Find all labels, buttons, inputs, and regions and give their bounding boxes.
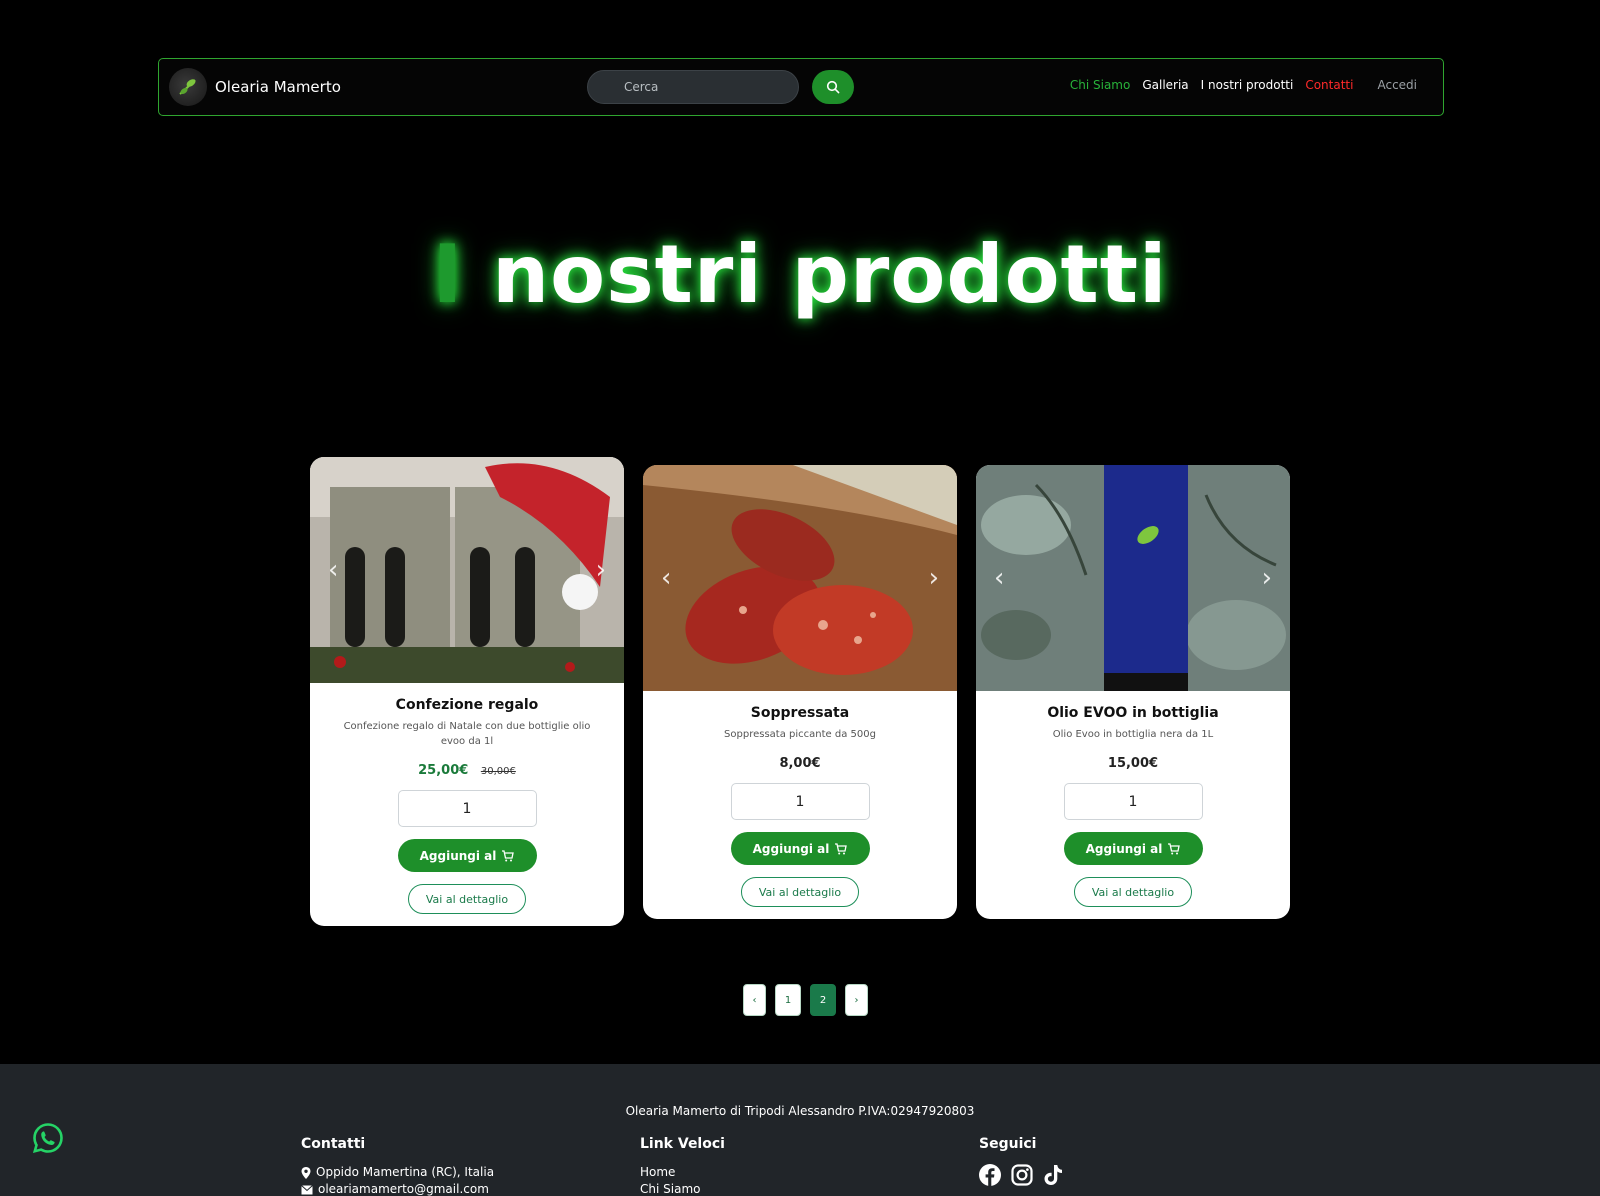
olive-logo-icon bbox=[169, 68, 207, 106]
carousel-next-icon[interactable]: › bbox=[929, 565, 939, 591]
product-card: ‹ › Soppressata Soppressata piccante da … bbox=[643, 465, 957, 919]
product-description: Soppressata piccante da 500g bbox=[724, 729, 876, 740]
product-old-price: 30,00€ bbox=[480, 766, 516, 777]
footer-seguici: Seguici bbox=[979, 1136, 1063, 1186]
add-to-cart-label: Aggiungi al bbox=[752, 841, 830, 856]
footer-link-home[interactable]: Home bbox=[640, 1164, 725, 1181]
carousel-prev-icon[interactable]: ‹ bbox=[328, 557, 338, 583]
nav-link-galleria[interactable]: Galleria bbox=[1142, 78, 1188, 92]
pagination-next[interactable]: › bbox=[845, 984, 868, 1016]
footer-seguici-title: Seguici bbox=[979, 1136, 1037, 1152]
quantity-input[interactable] bbox=[1063, 783, 1203, 820]
whatsapp-icon[interactable] bbox=[32, 1122, 64, 1154]
nav-link-chi-siamo[interactable]: Chi Siamo bbox=[1070, 78, 1130, 92]
brand[interactable]: Olearia Mamerto bbox=[169, 68, 341, 106]
footer-link-chi-siamo[interactable]: Chi Siamo bbox=[640, 1181, 725, 1196]
address-text: Oppido Mamertina (RC), Italia bbox=[316, 1165, 495, 1179]
product-price: 15,00€ bbox=[1107, 756, 1159, 771]
page-title-rest: nostri prodotti bbox=[463, 228, 1168, 321]
login-link[interactable]: Accedi bbox=[1377, 78, 1417, 92]
pagination-prev[interactable]: ‹ bbox=[743, 984, 766, 1016]
search-icon bbox=[826, 80, 840, 94]
footer-contatti: Contatti Oppido Mamertina (RC), Italia o… bbox=[301, 1136, 494, 1196]
product-card: ‹ › Confezione regalo Confezione regalo … bbox=[310, 457, 624, 926]
add-to-cart-label: Aggiungi al bbox=[419, 848, 497, 863]
cart-icon bbox=[502, 849, 515, 861]
address: Oppido Mamertina (RC), Italia bbox=[301, 1164, 494, 1181]
add-to-cart-button[interactable]: Aggiungi al bbox=[730, 832, 870, 865]
nav-link-prodotti[interactable]: I nostri prodotti bbox=[1201, 78, 1294, 92]
gift-box-image bbox=[310, 457, 624, 683]
soppressata-image bbox=[643, 465, 957, 691]
price-row: 25,00€ 30,00€ bbox=[310, 763, 624, 778]
nav-link-contatti[interactable]: Contatti bbox=[1305, 78, 1353, 92]
map-pin-icon bbox=[301, 1166, 311, 1179]
product-image-carousel[interactable]: ‹ › bbox=[310, 457, 624, 683]
product-title: Confezione regalo bbox=[395, 697, 539, 713]
product-title: Olio EVOO in bottiglia bbox=[1047, 705, 1219, 721]
pagination-page-1[interactable]: 1 bbox=[775, 984, 801, 1016]
cart-icon bbox=[1168, 842, 1181, 854]
product-price: 25,00€ bbox=[418, 763, 469, 778]
navbar: Olearia Mamerto Chi Siamo Galleria I nos… bbox=[158, 58, 1444, 116]
envelope-icon bbox=[301, 1184, 313, 1194]
company-info: Olearia Mamerto di Tripodi Alessandro P.… bbox=[625, 1104, 975, 1118]
carousel-prev-icon[interactable]: ‹ bbox=[661, 565, 671, 591]
email[interactable]: oleariamamerto@gmail.com bbox=[301, 1181, 494, 1196]
carousel-prev-icon[interactable]: ‹ bbox=[994, 565, 1004, 591]
quantity-input[interactable] bbox=[397, 790, 537, 827]
product-title: Soppressata bbox=[750, 705, 850, 721]
instagram-icon[interactable] bbox=[1011, 1164, 1033, 1186]
footer-contatti-title: Contatti bbox=[301, 1136, 366, 1152]
tiktok-icon[interactable] bbox=[1043, 1164, 1063, 1186]
pagination-page-2[interactable]: 2 bbox=[810, 984, 836, 1016]
carousel-next-icon[interactable]: › bbox=[596, 557, 606, 583]
detail-button[interactable]: Vai al dettaglio bbox=[408, 884, 526, 914]
footer-link-veloci: Link Veloci Home Chi Siamo bbox=[640, 1136, 725, 1196]
detail-button[interactable]: Vai al dettaglio bbox=[741, 877, 859, 907]
email-text: oleariamamerto@gmail.com bbox=[318, 1182, 489, 1196]
price-row: 8,00€ bbox=[643, 756, 957, 771]
footer-link-veloci-title: Link Veloci bbox=[640, 1136, 725, 1152]
quantity-input[interactable] bbox=[730, 783, 870, 820]
product-price: 8,00€ bbox=[779, 756, 821, 771]
carousel-next-icon[interactable]: › bbox=[1262, 565, 1272, 591]
add-to-cart-label: Aggiungi al bbox=[1085, 841, 1163, 856]
social-links bbox=[979, 1164, 1063, 1186]
facebook-icon[interactable] bbox=[979, 1164, 1001, 1186]
product-image-carousel[interactable]: ‹ › bbox=[643, 465, 957, 691]
detail-button[interactable]: Vai al dettaglio bbox=[1074, 877, 1192, 907]
product-description: Confezione regalo di Natale con due bott… bbox=[343, 721, 591, 747]
brand-name: Olearia Mamerto bbox=[215, 78, 341, 96]
search-button[interactable] bbox=[812, 70, 854, 104]
page-title-accent: I bbox=[432, 228, 464, 321]
footer: Olearia Mamerto di Tripodi Alessandro P.… bbox=[0, 1064, 1600, 1196]
olive-oil-bottle-image bbox=[976, 465, 1290, 691]
price-row: 15,00€ bbox=[976, 756, 1290, 771]
add-to-cart-button[interactable]: Aggiungi al bbox=[1063, 832, 1203, 865]
nav-links: Chi Siamo Galleria I nostri prodotti Con… bbox=[1058, 78, 1417, 92]
add-to-cart-button[interactable]: Aggiungi al bbox=[397, 839, 537, 872]
product-image-carousel[interactable]: ‹ › bbox=[976, 465, 1290, 691]
product-card: ‹ › Olio EVOO in bottiglia Olio Evoo in … bbox=[976, 465, 1290, 919]
search-input[interactable] bbox=[587, 70, 799, 104]
cart-icon bbox=[835, 842, 848, 854]
page-title: I nostri prodotti bbox=[0, 228, 1600, 321]
product-description: Olio Evoo in bottiglia nera da 1L bbox=[1052, 729, 1214, 740]
pagination: ‹ 1 2 › bbox=[743, 984, 868, 1016]
